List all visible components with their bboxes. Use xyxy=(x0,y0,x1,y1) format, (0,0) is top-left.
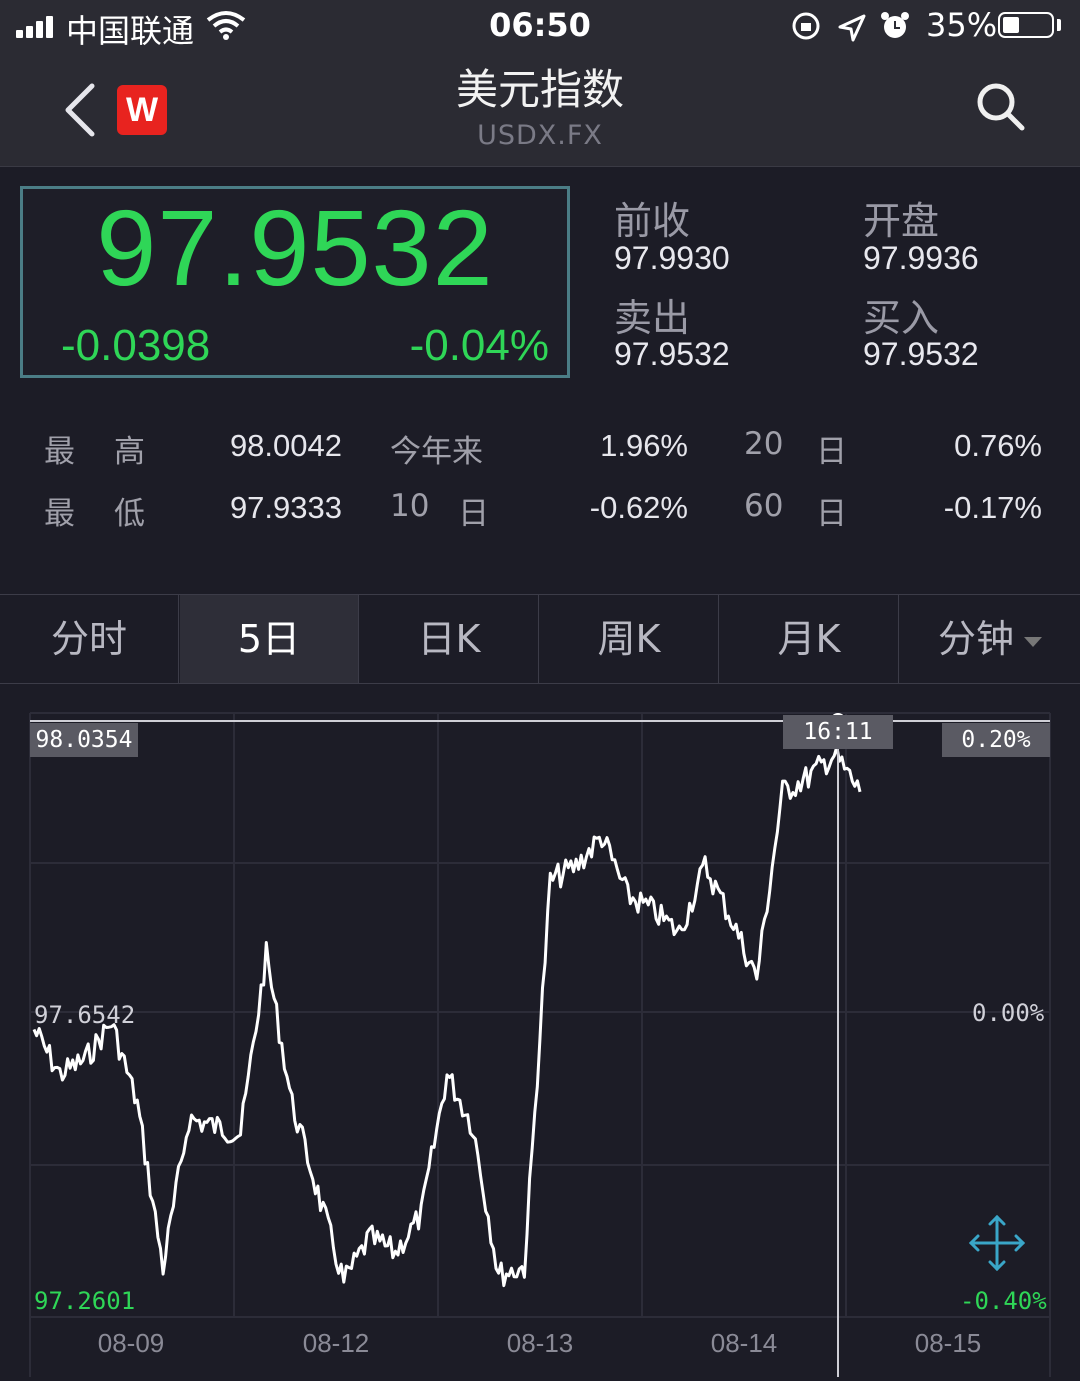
d10-unit: 日 xyxy=(458,496,489,532)
buy-label: 买入 xyxy=(863,296,940,340)
tab-label: 5日 xyxy=(237,617,301,661)
high-value: 98.0042 xyxy=(229,428,342,463)
ytd-value: 1.96% xyxy=(600,428,688,463)
top-pct-tag: 0.20% xyxy=(942,723,1050,757)
rotation-lock-icon xyxy=(792,12,820,40)
price-change-percent: -0.04% xyxy=(409,321,549,370)
d20-value: 0.76% xyxy=(954,428,1042,463)
d10-num: 10 xyxy=(390,488,430,524)
tab-label: 月K xyxy=(777,617,841,661)
x-tick-label: 08-09 xyxy=(97,1328,165,1358)
tab-minutes[interactable]: 分钟 xyxy=(900,595,1080,683)
tab-label: 分时 xyxy=(50,617,127,661)
prev-close-label: 前收 xyxy=(614,199,691,243)
ytd-label: 今年来 xyxy=(390,434,483,470)
price-line xyxy=(32,745,862,1288)
high-label-2: 高 xyxy=(114,434,145,470)
status-bar: 中国联通 06:50 35% xyxy=(0,0,1080,52)
price-change: -0.0398 xyxy=(61,321,211,370)
low-label-2: 低 xyxy=(114,496,145,532)
top-price-tag: 98.0354 xyxy=(30,723,138,757)
page-title: 美元指数 xyxy=(455,65,624,114)
symbol-code: USDX.FX xyxy=(477,120,603,151)
cursor-time-tag: 16:11 xyxy=(783,715,893,749)
chart-period-tabs: 分时 5日 日K 周K 月K 分钟 xyxy=(0,594,1080,684)
header: W 美元指数 USDX.FX xyxy=(0,52,1080,167)
mid-price-label: 97.6542 xyxy=(34,1001,136,1029)
location-icon xyxy=(838,14,866,42)
tab-monthly-k[interactable]: 月K xyxy=(720,595,899,683)
bottom-price-label: 97.2601 xyxy=(34,1287,136,1315)
mid-pct-label: 0.00% xyxy=(972,999,1045,1027)
search-icon[interactable] xyxy=(974,80,1028,134)
current-price: 97.9532 xyxy=(96,187,494,308)
prev-close-value: 97.9930 xyxy=(614,240,730,276)
status-icons xyxy=(792,12,909,42)
x-tick-label: 08-12 xyxy=(302,1328,370,1358)
sell-value: 97.9532 xyxy=(614,336,730,372)
bottom-pct-label: -0.40% xyxy=(960,1287,1047,1315)
tab-weekly-k[interactable]: 周K xyxy=(540,595,719,683)
alarm-icon xyxy=(881,12,909,38)
tab-label: 日K xyxy=(417,617,481,661)
low-label-1: 最 xyxy=(44,496,75,532)
tab-intraday[interactable]: 分时 xyxy=(0,595,179,683)
expand-icon xyxy=(968,1214,1026,1272)
tab-daily-k[interactable]: 日K xyxy=(360,595,539,683)
d60-value: -0.17% xyxy=(943,490,1042,525)
d20-unit: 日 xyxy=(816,434,847,470)
high-label-1: 最 xyxy=(44,434,75,470)
x-tick-label: 08-13 xyxy=(506,1328,574,1358)
sell-label: 卖出 xyxy=(614,296,691,340)
price-panel: 97.9532 -0.0398 -0.04% xyxy=(20,186,570,378)
battery-tip xyxy=(1057,19,1061,31)
buy-value: 97.9532 xyxy=(863,336,979,372)
x-tick-label: 08-14 xyxy=(710,1328,778,1358)
d60-unit: 日 xyxy=(816,496,847,532)
d10-value: -0.62% xyxy=(589,490,688,525)
open-value: 97.9936 xyxy=(863,240,979,276)
open-label: 开盘 xyxy=(863,199,940,243)
tab-5day[interactable]: 5日 xyxy=(180,595,359,683)
battery-icon xyxy=(998,12,1054,38)
low-value: 97.9333 xyxy=(229,490,342,525)
d60-num: 60 xyxy=(744,488,784,524)
chart-canvas xyxy=(29,712,1051,1377)
chevron-down-icon xyxy=(1024,636,1042,647)
price-chart[interactable]: 98.0354 0.20% 16:11 97.6542 0.00% 97.260… xyxy=(0,683,1080,1377)
tab-label: 分钟 xyxy=(937,617,1014,661)
tab-label: 周K xyxy=(597,617,661,661)
d20-num: 20 xyxy=(744,426,784,462)
x-tick-label: 08-15 xyxy=(914,1328,982,1358)
battery-percent: 35% xyxy=(926,6,998,44)
